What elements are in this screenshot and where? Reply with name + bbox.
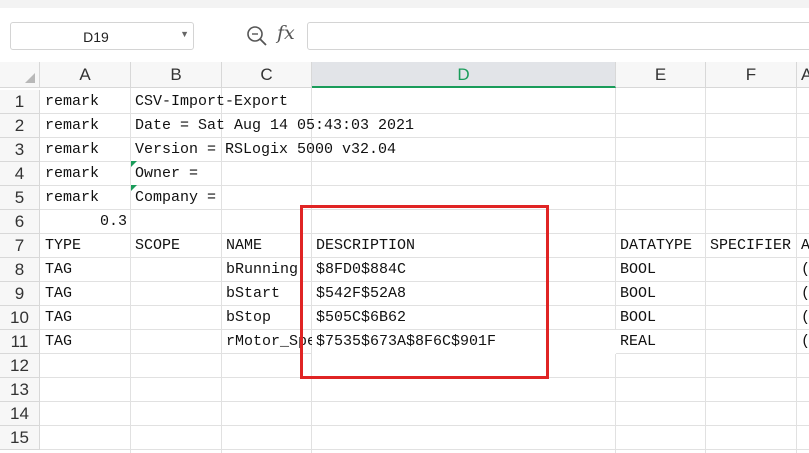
cell-e9[interactable]: BOOL: [616, 282, 706, 306]
column-header-c[interactable]: C: [222, 62, 312, 88]
cell-g10[interactable]: (: [797, 306, 809, 330]
row-header-14[interactable]: 14: [0, 402, 40, 426]
row-header-5[interactable]: 5: [0, 186, 40, 210]
cell-b5[interactable]: Company =: [131, 186, 221, 210]
cell-a3[interactable]: remark: [41, 138, 131, 162]
row-header-3[interactable]: 3: [0, 138, 40, 162]
cell-c9[interactable]: bStart: [222, 282, 312, 306]
cell-b1[interactable]: CSV-Import-Export: [131, 90, 288, 114]
row-header-12[interactable]: 12: [0, 354, 40, 378]
row-header-10[interactable]: 10: [0, 306, 40, 330]
cell-g9[interactable]: (: [797, 282, 809, 306]
column-header-g[interactable]: A: [797, 62, 809, 88]
row-header-4[interactable]: 4: [0, 162, 40, 186]
cell-e7[interactable]: DATATYPE: [616, 234, 706, 258]
column-header-b[interactable]: B: [131, 62, 222, 88]
row-header-15[interactable]: 15: [0, 426, 40, 450]
column-header-a[interactable]: A: [40, 62, 131, 88]
cell-a1[interactable]: remark: [41, 90, 131, 114]
column-header-e[interactable]: E: [616, 62, 706, 88]
cell-a5[interactable]: remark: [41, 186, 131, 210]
row-header-6[interactable]: 6: [0, 210, 40, 234]
cell-e11[interactable]: REAL: [616, 330, 706, 354]
text-number-indicator: [131, 161, 137, 167]
cell-a8[interactable]: TAG: [41, 258, 131, 282]
row-header-2[interactable]: 2: [0, 114, 40, 138]
cell-e8[interactable]: BOOL: [616, 258, 706, 282]
cell-c11[interactable]: rMotor_Speed: [222, 330, 312, 354]
row-header-9[interactable]: 9: [0, 282, 40, 306]
cell-a7[interactable]: TYPE: [41, 234, 131, 258]
column-header-f[interactable]: F: [706, 62, 797, 88]
cell-a2[interactable]: remark: [41, 114, 131, 138]
cell-c10[interactable]: bStop: [222, 306, 312, 330]
cell-c7[interactable]: NAME: [222, 234, 312, 258]
text-number-indicator: [131, 185, 137, 191]
cell-b4[interactable]: Owner =: [131, 162, 221, 186]
row-header-8[interactable]: 8: [0, 258, 40, 282]
cell-b2[interactable]: Date = Sat Aug 14 05:43:03 2021: [131, 114, 414, 138]
row-header-1[interactable]: 1: [0, 90, 40, 114]
cell-d7[interactable]: DESCRIPTION: [312, 234, 616, 258]
cell-g11[interactable]: (: [797, 330, 809, 354]
cell-g8[interactable]: (: [797, 258, 809, 282]
cell-a6[interactable]: 0.3: [41, 210, 131, 234]
cell-a9[interactable]: TAG: [41, 282, 131, 306]
cell-c8[interactable]: bRunning: [222, 258, 312, 282]
cell-e10[interactable]: BOOL: [616, 306, 706, 330]
cell-a4[interactable]: remark: [41, 162, 131, 186]
cell-f7[interactable]: SPECIFIER: [706, 234, 797, 258]
column-header-d[interactable]: D: [312, 62, 616, 88]
row-header-7[interactable]: 7: [0, 234, 40, 258]
cell-g7[interactable]: A: [797, 234, 809, 258]
cell-a11[interactable]: TAG: [41, 330, 131, 354]
select-all-corner[interactable]: [0, 62, 40, 88]
cell-a10[interactable]: TAG: [41, 306, 131, 330]
spreadsheet-grid: A B C D E F A 1 2 3 4 5 6 7 8 9 10 11 12…: [0, 0, 809, 453]
cell-d11[interactable]: $7535$673A$8F6C$901F: [312, 330, 616, 354]
cell-d10[interactable]: $505C$6B62: [312, 306, 616, 330]
row-header-13[interactable]: 13: [0, 378, 40, 402]
cell-b3[interactable]: Version = RSLogix 5000 v32.04: [131, 138, 396, 162]
cell-b7[interactable]: SCOPE: [131, 234, 221, 258]
cell-d9[interactable]: $542F$52A8: [312, 282, 616, 306]
cell-d8[interactable]: $8FD0$884C: [312, 258, 616, 282]
row-header-11[interactable]: 11: [0, 330, 40, 354]
